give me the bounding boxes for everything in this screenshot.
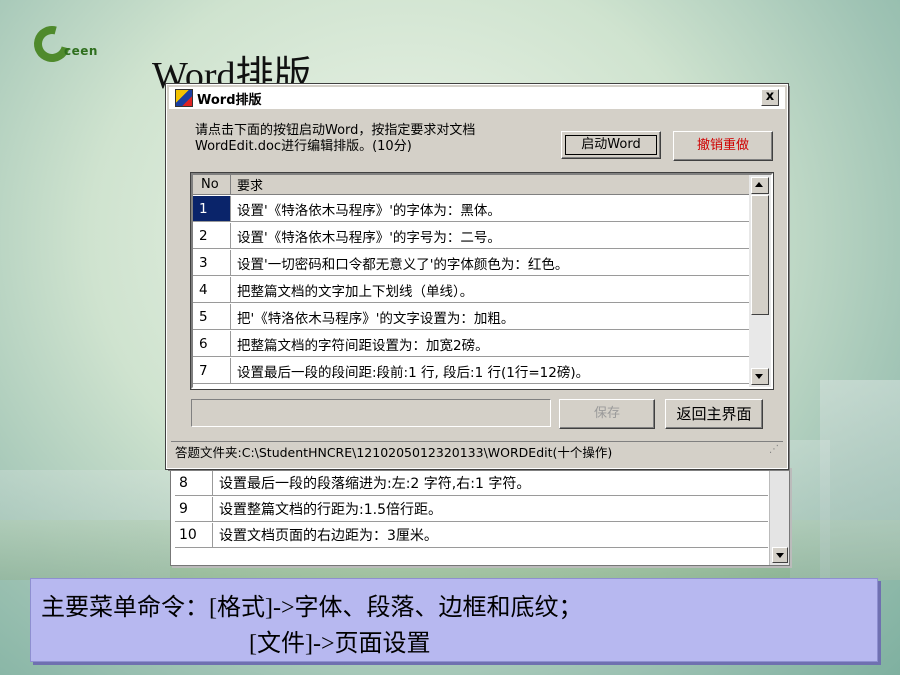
dialog-title: Word排版 [197, 92, 262, 108]
row-number: 1 [193, 196, 231, 221]
table-row[interactable]: 4 把整篇文档的文字加上下划线（单线）。 [193, 277, 749, 303]
close-button[interactable]: x [761, 89, 779, 106]
row-number: 5 [193, 304, 231, 329]
row-text: 设置'《特洛依木马程序》'的字体为：黑体。 [237, 202, 501, 219]
scroll-down-icon[interactable] [772, 547, 788, 563]
row-text: 设置最后一段的段落缩进为:左:2 字符,右:1 字符。 [219, 476, 531, 492]
scroll-thumb[interactable] [751, 195, 769, 315]
row-number: 6 [193, 331, 231, 356]
row-number: 2 [193, 223, 231, 248]
row-number: 8 [175, 471, 213, 495]
table-row[interactable]: 10 设置文档页面的右边距为：3厘米。 [175, 523, 768, 548]
requirements-list: No 要求 1 设置'《特洛依木马程序》'的字体为：黑体。 2 设置'《特洛依木… [190, 172, 774, 390]
back-to-main-button[interactable]: 返回主界面 [665, 399, 763, 429]
column-header-no[interactable]: No [193, 175, 231, 194]
list-scrollbar[interactable] [749, 175, 771, 387]
logo-text: ceen [64, 44, 98, 58]
row-text: 把整篇文档的文字加上下划线（单线）。 [237, 283, 474, 300]
logo: ceen [27, 19, 114, 69]
progress-field [191, 399, 551, 427]
row-number: 7 [193, 358, 231, 383]
menu-command-note: 主要菜单命令：[格式]->字体、段落、边框和底纹； [文件]->页面设置 [30, 578, 878, 662]
note-line-1: 主要菜单命令：[格式]->字体、段落、边框和底纹； [41, 595, 583, 621]
row-number: 4 [193, 277, 231, 302]
lower-scrollbar[interactable] [769, 467, 789, 565]
row-text: 设置整篇文档的行距为:1.5倍行距。 [219, 502, 442, 518]
background-building [820, 380, 900, 580]
row-text: 设置'《特洛依木马程序》'的字号为：二号。 [237, 229, 501, 246]
scroll-up-icon[interactable] [751, 177, 769, 194]
app-icon [175, 89, 193, 107]
row-number: 9 [175, 497, 213, 521]
instruction-text: 请点击下面的按钮启动Word，按指定要求对文档WordEdit.doc进行编辑排… [195, 123, 476, 154]
row-text: 设置'一切密码和口令都无意义了'的字体颜色为：红色。 [237, 256, 569, 273]
row-text: 把'《特洛依木马程序》'的文字设置为：加粗。 [237, 310, 515, 327]
row-text: 把整篇文档的字符间距设置为：加宽2磅。 [237, 337, 489, 354]
table-row[interactable]: 1 设置'《特洛依木马程序》'的字体为：黑体。 [193, 196, 749, 222]
list-header: No 要求 [193, 175, 749, 195]
row-number: 3 [193, 250, 231, 275]
table-row[interactable]: 6 把整篇文档的字符间距设置为：加宽2磅。 [193, 331, 749, 357]
table-row[interactable]: 3 设置'一切密码和口令都无意义了'的字体颜色为：红色。 [193, 250, 749, 276]
status-bar: 答题文件夹:C:\StudentHNCRE\1210205012320133\W… [171, 441, 783, 465]
row-number: 10 [175, 523, 213, 547]
row-text: 设置文档页面的右边距为：3厘米。 [219, 528, 438, 544]
table-row[interactable]: 9 设置整篇文档的行距为:1.5倍行距。 [175, 497, 768, 522]
table-row[interactable]: 2 设置'《特洛依木马程序》'的字号为：二号。 [193, 223, 749, 249]
lower-requirements-table: 8 设置最后一段的段落缩进为:左:2 字符,右:1 字符。 9 设置整篇文档的行… [170, 466, 790, 566]
undo-redo-button[interactable]: 撤销重做 [673, 131, 773, 161]
word-format-dialog: Word排版 x 请点击下面的按钮启动Word，按指定要求对文档WordEdit… [165, 83, 789, 470]
answer-folder-path: 答题文件夹:C:\StudentHNCRE\1210205012320133\W… [175, 445, 613, 460]
background-building [790, 440, 830, 580]
dialog-titlebar[interactable]: Word排版 x [169, 87, 785, 109]
start-word-button[interactable]: 启动Word [561, 131, 661, 159]
table-row[interactable]: 7 设置最后一段的段间距:段前:1 行, 段后:1 行(1行=12磅)。 [193, 358, 749, 384]
row-text: 设置最后一段的段间距:段前:1 行, 段后:1 行(1行=12磅)。 [237, 364, 590, 381]
note-line-2: [文件]->页面设置 [249, 631, 431, 657]
resize-grip-icon[interactable]: ⋰ [769, 439, 779, 461]
background-building [0, 470, 170, 580]
save-button[interactable]: 保存 [559, 399, 655, 429]
scroll-down-icon[interactable] [751, 368, 769, 385]
table-row[interactable]: 5 把'《特洛依木马程序》'的文字设置为：加粗。 [193, 304, 749, 330]
column-header-requirement[interactable]: 要求 [231, 175, 263, 194]
table-row[interactable]: 8 设置最后一段的段落缩进为:左:2 字符,右:1 字符。 [175, 471, 768, 496]
